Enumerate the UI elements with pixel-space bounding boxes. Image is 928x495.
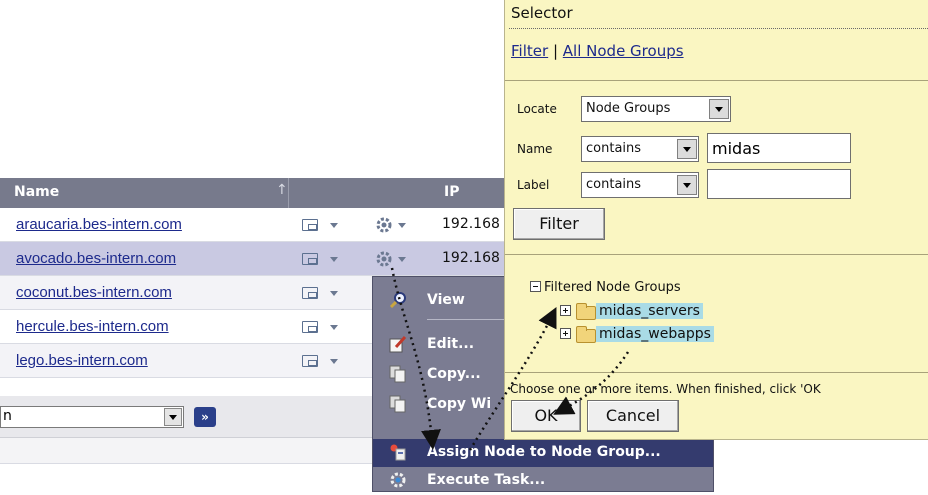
remote-console-button[interactable] xyxy=(302,285,342,301)
menu-item-execute-task[interactable]: Execute Task... xyxy=(373,467,713,495)
section-divider xyxy=(505,372,928,373)
column-header-ip[interactable]: IP xyxy=(444,184,459,200)
host-link[interactable]: coconut.bes-intern.com xyxy=(16,284,172,301)
chevron-down-icon[interactable] xyxy=(677,139,697,159)
name-operator-value: contains xyxy=(586,141,642,156)
chevron-down-icon xyxy=(330,291,338,296)
chevron-down-icon[interactable] xyxy=(164,408,182,426)
execute-task-icon xyxy=(390,472,406,488)
menu-item-label: Edit... xyxy=(427,336,475,352)
menu-item-label: Assign Node to Node Group... xyxy=(427,444,661,460)
chevron-down-icon xyxy=(330,257,338,262)
locate-value: Node Groups xyxy=(586,101,671,116)
bulk-action-value: n xyxy=(3,408,12,424)
table-row[interactable]: avocado.bes-intern.com 192.168 xyxy=(0,242,518,276)
name-input[interactable]: midas xyxy=(707,133,851,163)
title-divider xyxy=(509,28,928,29)
monitor-icon xyxy=(302,219,318,231)
cancel-button[interactable]: Cancel xyxy=(587,400,679,432)
grid-header: Name ↑ IP xyxy=(0,178,518,208)
chevron-down-icon xyxy=(330,325,338,330)
assign-group-icon xyxy=(390,444,406,461)
all-node-groups-link[interactable]: All Node Groups xyxy=(563,42,684,60)
remote-console-button[interactable] xyxy=(302,217,342,233)
menu-item-label: Copy Wi xyxy=(427,396,492,412)
host-link[interactable]: araucaria.bes-intern.com xyxy=(16,216,182,233)
tree-item-label: midas_webapps xyxy=(596,326,714,342)
filter-button[interactable]: Filter xyxy=(513,208,605,240)
tree-item-label: midas_servers xyxy=(596,303,703,319)
label-input[interactable] xyxy=(707,169,851,199)
column-header-name[interactable]: Name xyxy=(14,184,59,200)
gear-icon xyxy=(376,251,406,267)
sort-ascending-icon[interactable]: ↑ xyxy=(276,182,288,198)
expand-icon[interactable] xyxy=(560,305,571,316)
menu-item-label: Execute Task... xyxy=(427,472,546,488)
filter-links: Filter | All Node Groups xyxy=(511,42,684,60)
section-divider xyxy=(505,254,928,255)
host-link[interactable]: hercule.bes-intern.com xyxy=(16,318,169,335)
menu-item-label: Copy... xyxy=(427,366,481,382)
ip-value: 192.168 xyxy=(442,216,500,232)
remote-console-button[interactable] xyxy=(302,319,342,335)
panel-title: Selector xyxy=(511,4,573,22)
menu-item-assign-node-group[interactable]: Assign Node to Node Group... xyxy=(373,439,713,467)
tree-item-midas-webapps[interactable]: midas_webapps xyxy=(560,326,714,348)
view-icon xyxy=(389,292,406,309)
column-divider xyxy=(288,178,289,208)
ip-value: 192.168 xyxy=(442,250,500,266)
locate-select[interactable]: Node Groups xyxy=(581,96,731,122)
menu-item-label: View xyxy=(427,292,465,308)
folder-icon xyxy=(576,303,596,320)
monitor-icon xyxy=(302,253,318,265)
selector-panel: Selector Filter | All Node Groups Locate… xyxy=(504,0,928,440)
actions-menu-button[interactable] xyxy=(376,250,412,268)
actions-menu-button[interactable] xyxy=(376,216,412,234)
label-operator-select[interactable]: contains xyxy=(581,172,699,198)
ok-button[interactable]: OK xyxy=(511,400,581,432)
locate-label: Locate xyxy=(517,102,557,116)
name-operator-select[interactable]: contains xyxy=(581,136,699,162)
label-operator-value: contains xyxy=(586,177,642,192)
label-label: Label xyxy=(517,178,550,192)
name-input-value: midas xyxy=(712,139,761,158)
bulk-action-select[interactable]: n xyxy=(0,406,184,428)
chevron-down-icon[interactable] xyxy=(677,175,697,195)
remote-console-button[interactable] xyxy=(302,353,342,369)
filter-link[interactable]: Filter xyxy=(511,42,548,60)
tree-item-midas-servers[interactable]: midas_servers xyxy=(560,303,703,325)
tree-root[interactable]: Filtered Node Groups xyxy=(530,280,681,295)
chevron-down-icon[interactable] xyxy=(709,99,729,119)
copy-icon xyxy=(389,365,406,383)
edit-icon xyxy=(389,335,407,353)
chevron-down-icon xyxy=(330,359,338,364)
copy-with-icon xyxy=(389,395,406,413)
monitor-icon xyxy=(302,355,318,367)
selection-hint: Choose one or more items. When finished,… xyxy=(510,382,821,396)
chevron-down-icon xyxy=(330,223,338,228)
go-button[interactable]: » xyxy=(194,407,216,427)
folder-icon xyxy=(576,326,596,343)
collapse-icon[interactable] xyxy=(530,281,541,292)
host-link[interactable]: avocado.bes-intern.com xyxy=(16,250,176,267)
host-link[interactable]: lego.bes-intern.com xyxy=(16,352,148,369)
expand-icon[interactable] xyxy=(560,328,571,339)
monitor-icon xyxy=(302,321,318,333)
name-label: Name xyxy=(517,142,553,156)
remote-console-button[interactable] xyxy=(302,251,342,267)
monitor-icon xyxy=(302,287,318,299)
gear-icon xyxy=(376,217,406,233)
link-separator: | xyxy=(552,42,558,60)
table-row[interactable]: araucaria.bes-intern.com 192.168 xyxy=(0,208,518,242)
section-divider xyxy=(505,80,928,81)
tree-root-label: Filtered Node Groups xyxy=(544,280,681,295)
